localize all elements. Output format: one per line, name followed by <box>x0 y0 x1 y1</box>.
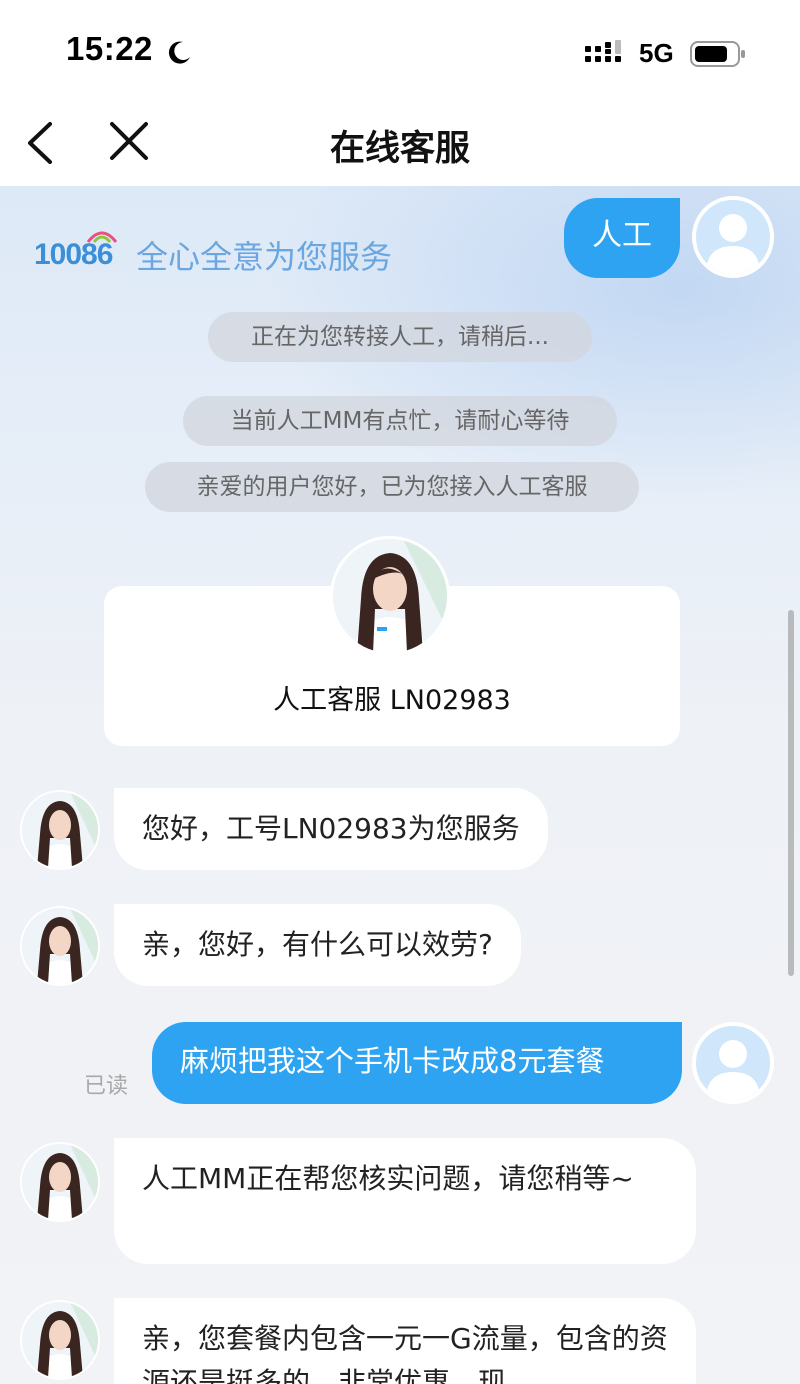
agent-portrait-icon <box>22 1302 98 1378</box>
moon-icon <box>168 41 190 64</box>
agent-avatar <box>20 906 100 986</box>
read-status: 已读 <box>84 1074 129 1099</box>
agent-avatar <box>20 1142 100 1222</box>
system-message: 当前人工MM有点忙，请耐心等待 <box>183 396 617 446</box>
status-time: 15:22 <box>66 30 153 67</box>
chat-area[interactable]: 10086 全心全意为您服务 人工 正在为您转接人工，请稍后... 当前人工MM… <box>0 186 800 1384</box>
user-avatar <box>692 196 774 278</box>
signal-icon <box>585 40 621 62</box>
agent-portrait-icon <box>333 539 447 653</box>
agent-portrait-icon <box>22 792 98 868</box>
user-silhouette-icon <box>706 1040 760 1100</box>
agent-message: 亲，您好，有什么可以效劳? <box>114 904 521 986</box>
agent-portrait-icon <box>22 908 98 984</box>
agent-avatar <box>20 790 100 870</box>
system-message: 亲爱的用户您好，已为您接入人工客服 <box>145 462 639 512</box>
user-avatar <box>692 1022 774 1104</box>
agent-avatar <box>20 1300 100 1380</box>
scrollbar[interactable] <box>788 610 794 976</box>
page-title: 在线客服 <box>329 129 470 169</box>
agent-message: 您好，工号LN02983为您服务 <box>114 788 548 870</box>
battery-icon <box>690 41 745 67</box>
network-label: 5G <box>639 38 674 68</box>
brand-number: 10086 <box>34 238 113 271</box>
agent-card-name: 人工客服 LN02983 <box>273 685 511 716</box>
agent-photo <box>330 536 450 656</box>
user-silhouette-icon <box>706 214 760 274</box>
transfer-human-button[interactable]: 人工 <box>564 198 680 278</box>
agent-message: 亲，您套餐内包含一元一G流量，包含的资源还是挺多的，非常优惠，现 <box>114 1298 696 1384</box>
system-message: 正在为您转接人工，请稍后... <box>208 312 592 362</box>
agent-portrait-icon <box>22 1144 98 1220</box>
user-message: 麻烦把我这个手机卡改成8元套餐 <box>152 1022 682 1104</box>
nav-bar: 在线客服 <box>0 100 800 186</box>
agent-message: 人工MM正在帮您核实问题，请您稍等~ <box>114 1138 696 1264</box>
status-bar: 15:22 5G <box>0 0 800 100</box>
brand-slogan: 全心全意为您服务 <box>136 238 393 276</box>
